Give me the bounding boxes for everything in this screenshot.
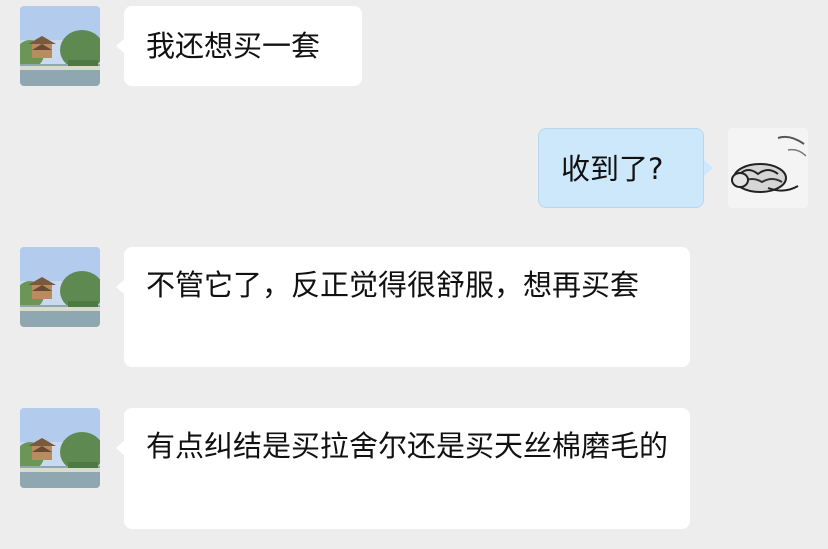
contact-avatar[interactable] [20,408,100,488]
message-text: 我还想买一套 [146,29,321,63]
message-bubble[interactable]: 不管它了，反正觉得很舒服，想再买套 [124,247,690,367]
message-bubble[interactable]: 收到了? [538,128,704,208]
message-text: 不管它了，反正觉得很舒服，想再买套 [146,268,640,302]
message-text: 有点纠结是买拉舍尔还是买天丝棉磨毛的 [146,429,669,463]
message-bubble[interactable]: 我还想买一套 [124,6,362,86]
contact-avatar[interactable] [20,247,100,327]
bubble-tail [704,160,713,176]
sleeping-cat-sketch-icon [728,128,808,208]
pavilion-garden-icon [20,247,100,327]
user-avatar[interactable] [728,128,808,208]
contact-avatar[interactable] [20,6,100,86]
message-text: 收到了? [561,152,664,186]
message-bubble[interactable]: 有点纠结是买拉舍尔还是买天丝棉磨毛的 [124,408,690,529]
pavilion-garden-icon [20,6,100,86]
pavilion-garden-icon [20,408,100,488]
